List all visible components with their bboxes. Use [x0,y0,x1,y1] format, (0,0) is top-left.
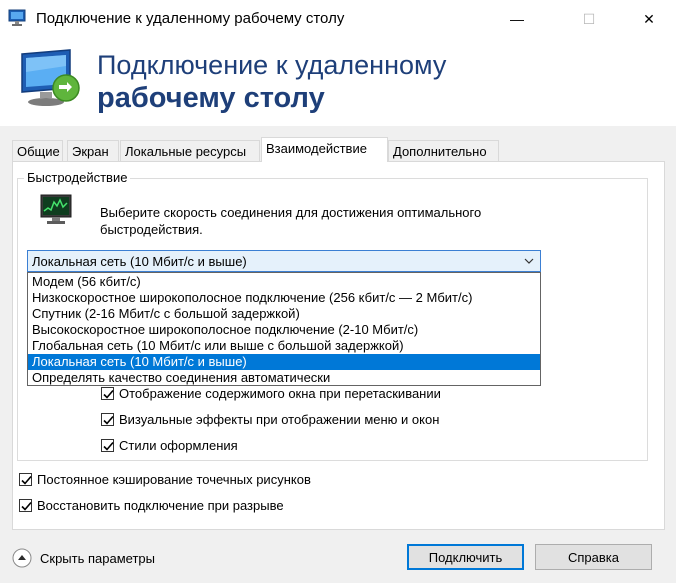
performance-monitor-icon [40,194,72,224]
checkmark-icon [103,389,114,399]
connection-speed-dropdown-list[interactable]: Модем (56 кбит/с) Низкоскоростное широко… [27,272,541,386]
tab-advanced[interactable]: Дополнительно [388,140,499,162]
speed-option-low-broadband[interactable]: Низкоскоростное широкополосное подключен… [28,290,540,306]
checkmark-icon [21,501,32,511]
connection-speed-combobox[interactable]: Локальная сеть (10 Мбит/с и выше) [27,250,541,272]
maximize-button[interactable]: ☐ [566,0,612,38]
checkbox-row-reconnect[interactable]: Восстановить подключение при разрыве [19,496,284,514]
hide-options-toggle[interactable]: Скрыть параметры [12,548,155,568]
help-button[interactable]: Справка [535,544,652,570]
checkbox-window-drag[interactable] [101,386,114,400]
checkbox-row-menu-animation[interactable]: Визуальные эффекты при отображении меню … [101,410,439,428]
hide-options-label: Скрыть параметры [40,550,155,566]
close-button[interactable]: ✕ [626,0,672,38]
checkbox-row-window-drag[interactable]: Отображение содержимого окна при перетас… [101,384,441,402]
checkbox-bitmap-caching[interactable] [19,472,32,486]
rdp-logo-icon [21,49,80,106]
header-banner: Подключение к удаленному рабочему столу [0,38,676,126]
performance-description: Выберите скорость соединения для достиже… [100,205,482,237]
minimize-button[interactable]: — [494,0,540,38]
performance-group-label: Быстродействие [24,170,131,185]
header-title-line1: Подключение к удаленному [97,50,447,80]
speed-option-lan[interactable]: Локальная сеть (10 Мбит/с и выше) [28,354,540,370]
checkbox-label: Стили оформления [119,437,238,453]
chevron-up-circle-icon [12,548,32,568]
tab-experience[interactable]: Взаимодействие [261,137,388,162]
header-title-line2: рабочему столу [97,82,325,114]
connect-button[interactable]: Подключить [407,544,524,570]
speed-option-auto-detect[interactable]: Определять качество соединения автоматич… [28,370,540,386]
rdp-window: Подключение к удаленному рабочему столу … [0,0,676,583]
checkbox-label: Визуальные эффекты при отображении меню … [119,411,440,427]
rdp-app-icon [8,9,26,26]
checkbox-label: Постоянное кэширование точечных рисунков [37,471,311,487]
checkbox-reconnect[interactable] [19,498,32,512]
tab-general[interactable]: Общие [12,140,63,162]
connection-speed-selected: Локальная сеть (10 Мбит/с и выше) [32,254,247,269]
chevron-down-icon [524,258,534,264]
speed-option-modem[interactable]: Модем (56 кбит/с) [28,274,540,290]
checkbox-row-bitmap-caching[interactable]: Постоянное кэширование точечных рисунков [19,470,311,488]
speed-option-high-broadband[interactable]: Высокоскоростное широкополосное подключе… [28,322,540,338]
checkbox-menu-animation[interactable] [101,412,114,426]
checkmark-icon [103,415,114,425]
title-bar[interactable]: Подключение к удаленному рабочему столу … [0,0,676,38]
checkbox-row-visual-styles[interactable]: Стили оформления [101,436,238,454]
speed-option-satellite[interactable]: Спутник (2-16 Мбит/с с большой задержкой… [28,306,540,322]
checkmark-icon [103,441,114,451]
checkbox-visual-styles[interactable] [101,438,114,452]
checkmark-icon [21,475,32,485]
checkbox-label: Отображение содержимого окна при перетас… [119,385,441,401]
window-title: Подключение к удаленному рабочему столу [36,10,345,27]
tab-local-resources[interactable]: Локальные ресурсы [120,140,260,162]
checkbox-label: Восстановить подключение при разрыве [37,497,284,513]
tab-display[interactable]: Экран [67,140,119,162]
speed-option-wan[interactable]: Глобальная сеть (10 Мбит/с или выше с бо… [28,338,540,354]
